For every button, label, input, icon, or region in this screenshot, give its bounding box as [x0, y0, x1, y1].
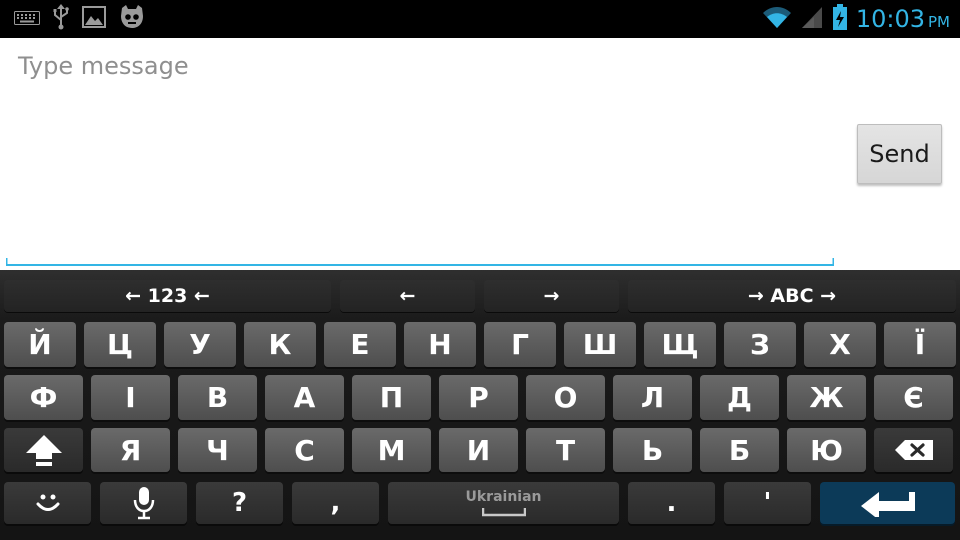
- key-question[interactable]: ?: [196, 482, 283, 524]
- key-letter[interactable]: Є: [874, 375, 953, 420]
- key-letter[interactable]: З: [724, 322, 796, 367]
- battery-charging-icon: [832, 3, 848, 35]
- soft-keyboard: ← 123 ← ← → → ABC → Й Ц У К Е Н Г Ш Щ З …: [0, 270, 960, 540]
- status-bar: 10:03 PM: [0, 0, 960, 38]
- key-letter[interactable]: Й: [4, 322, 76, 367]
- status-clock: 10:03 PM: [856, 5, 950, 33]
- key-letter[interactable]: Х: [804, 322, 876, 367]
- clock-time: 10:03: [855, 5, 925, 33]
- key-letter[interactable]: Ю: [787, 428, 866, 472]
- space-bar-icon: [481, 508, 526, 517]
- key-letter[interactable]: О: [526, 375, 605, 420]
- key-letter[interactable]: Р: [439, 375, 518, 420]
- microphone-icon: [133, 487, 154, 520]
- usb-icon: [52, 4, 70, 34]
- key-letter[interactable]: Е: [324, 322, 396, 367]
- enter-key[interactable]: [820, 482, 955, 524]
- smiley-icon: [36, 494, 59, 511]
- key-letter[interactable]: У: [164, 322, 236, 367]
- signal-icon: [800, 5, 824, 33]
- key-cursor-left[interactable]: ←: [340, 280, 475, 312]
- key-letter[interactable]: Ш: [564, 322, 636, 367]
- shift-key[interactable]: [4, 428, 83, 472]
- notification-icons: [14, 4, 146, 34]
- key-letter[interactable]: К: [244, 322, 316, 367]
- key-letter[interactable]: Л: [613, 375, 692, 420]
- shift-icon: [25, 435, 62, 466]
- key-period[interactable]: .: [628, 482, 715, 524]
- enter-arrow-icon: [860, 492, 915, 517]
- key-letter[interactable]: Н: [404, 322, 476, 367]
- compose-area: Send: [0, 38, 960, 270]
- send-button[interactable]: Send: [857, 124, 942, 184]
- key-letter[interactable]: Д: [700, 375, 779, 420]
- key-letter[interactable]: И: [439, 428, 518, 472]
- key-letter[interactable]: П: [352, 375, 431, 420]
- key-apostrophe[interactable]: ': [724, 482, 811, 524]
- key-letter[interactable]: М: [352, 428, 431, 472]
- keyboard-icon: [14, 10, 40, 29]
- key-letter[interactable]: Ч: [178, 428, 257, 472]
- key-letter[interactable]: А: [265, 375, 344, 420]
- key-letter[interactable]: Ф: [4, 375, 83, 420]
- backspace-key[interactable]: [874, 428, 953, 472]
- key-letter[interactable]: Ї: [884, 322, 956, 367]
- cyanogenmod-icon: [118, 4, 146, 34]
- message-input[interactable]: [6, 46, 834, 266]
- wifi-icon: [762, 5, 792, 33]
- key-123-switch[interactable]: ← 123 ←: [4, 280, 331, 312]
- key-letter[interactable]: І: [91, 375, 170, 420]
- key-letter[interactable]: Ж: [787, 375, 866, 420]
- system-icons: 10:03 PM: [762, 3, 950, 35]
- key-letter[interactable]: Т: [526, 428, 605, 472]
- key-letter[interactable]: Ь: [613, 428, 692, 472]
- clock-ampm: PM: [928, 13, 950, 31]
- voice-input-key[interactable]: [100, 482, 187, 524]
- key-letter[interactable]: С: [265, 428, 344, 472]
- key-letter[interactable]: Б: [700, 428, 779, 472]
- emoji-key[interactable]: [4, 482, 91, 524]
- image-icon: [82, 6, 106, 32]
- key-cursor-right[interactable]: →: [484, 280, 619, 312]
- key-letter[interactable]: Я: [91, 428, 170, 472]
- backspace-icon: [894, 440, 933, 460]
- space-key[interactable]: Ukrainian: [388, 482, 619, 524]
- key-letter[interactable]: Ц: [84, 322, 156, 367]
- key-letter[interactable]: Г: [484, 322, 556, 367]
- space-language-label: Ukrainian: [465, 489, 542, 505]
- key-comma[interactable]: ,: [292, 482, 379, 524]
- key-abc-switch[interactable]: → ABC →: [628, 280, 956, 312]
- key-letter[interactable]: Щ: [644, 322, 716, 367]
- key-letter[interactable]: В: [178, 375, 257, 420]
